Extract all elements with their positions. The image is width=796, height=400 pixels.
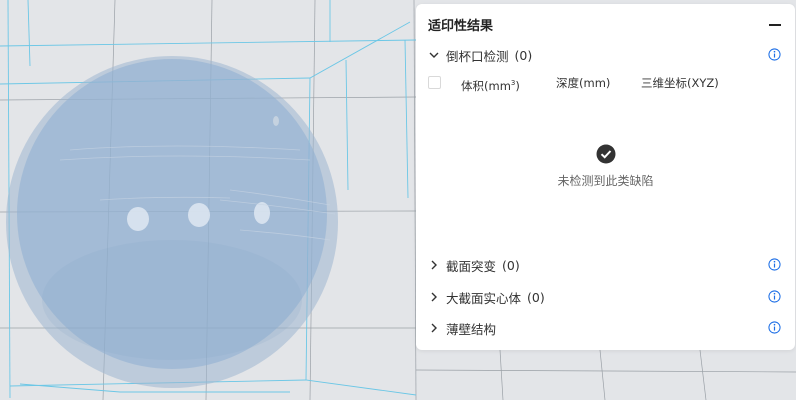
section-count: (0) [527, 289, 545, 305]
column-volume: 体积(mm3) [461, 79, 520, 93]
chevron-right-icon [431, 260, 437, 270]
small-marker [273, 116, 279, 126]
printability-result-panel: 适印性结果 倒杯口检测 (0) 体积(mm3) 深度(mm) 三维坐标(XYZ)… [416, 4, 795, 350]
section-label: 截面突变 [446, 258, 497, 274]
section-undercut-detection[interactable]: 倒杯口检测 (0) [428, 45, 783, 65]
info-icon[interactable] [768, 321, 781, 334]
column-coordinates: 三维坐标(XYZ) [641, 76, 719, 90]
empty-state-text: 未检测到此类缺陷 [557, 174, 654, 188]
chevron-right-icon [431, 323, 437, 333]
sphere-shading [42, 240, 302, 360]
hole-2 [188, 203, 210, 227]
section-count: (0) [502, 257, 520, 273]
empty-state: 未检测到此类缺陷 [416, 144, 795, 189]
section-thin-wall[interactable]: 薄壁结构 [428, 318, 783, 338]
section-cross-section-change[interactable]: 截面突变 (0) [428, 255, 783, 275]
select-all-checkbox[interactable] [428, 76, 441, 89]
section-label: 大截面实心体 [446, 290, 522, 306]
chevron-down-icon [429, 52, 439, 58]
column-depth: 深度(mm) [556, 76, 611, 90]
check-circle-icon [596, 144, 615, 164]
chevron-right-icon [431, 292, 437, 302]
panel-title: 适印性结果 [428, 19, 494, 34]
info-icon[interactable] [768, 290, 781, 303]
hole-1 [127, 207, 149, 231]
section-label: 薄壁结构 [446, 321, 497, 337]
section-large-solid-body[interactable]: 大截面实心体 (0) [428, 287, 783, 307]
info-icon[interactable] [768, 258, 781, 271]
defect-table-header: 体积(mm3) 深度(mm) 三维坐标(XYZ) [428, 74, 783, 94]
minus-icon[interactable] [769, 24, 781, 26]
panel-header: 适印性结果 [428, 15, 783, 35]
section-count: (0) [514, 47, 533, 63]
info-icon[interactable] [768, 48, 781, 61]
section-label: 倒杯口检测 [446, 48, 509, 64]
